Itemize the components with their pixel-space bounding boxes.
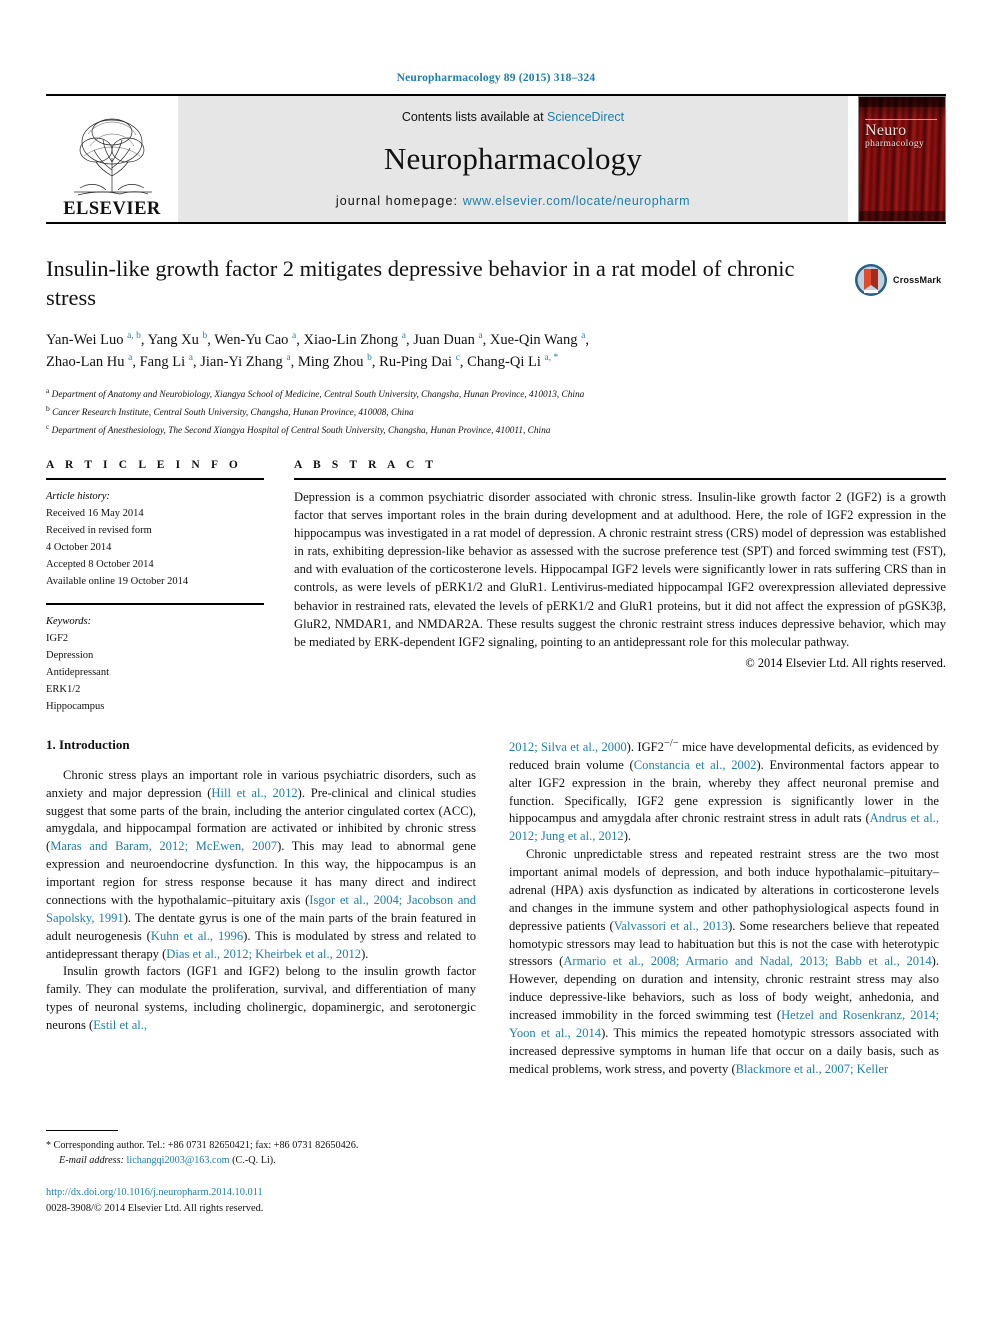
- journal-title: Neuropharmacology: [383, 141, 643, 176]
- affiliations: a Department of Anatomy and Neurobiology…: [46, 385, 946, 438]
- crossmark-label: CrossMark: [893, 275, 942, 285]
- author-line-1: Yan-Wei Luo a, b, Yang Xu b, Wen-Yu Cao …: [46, 330, 589, 348]
- footnote-rule: [46, 1129, 118, 1131]
- cover-divider: [865, 119, 937, 120]
- body-column-right: 2012; Silva et al., 2000). IGF2−/− mice …: [509, 737, 939, 1217]
- keywords-rule: [46, 602, 264, 605]
- doi-link[interactable]: http://dx.doi.org/10.1016/j.neuropharm.2…: [46, 1187, 263, 1198]
- paragraph: Insulin growth factors (IGF1 and IGF2) b…: [46, 964, 476, 1033]
- corresponding-author-line: * Corresponding author. Tel.: +86 0731 8…: [46, 1139, 359, 1151]
- running-head: Neuropharmacology 89 (2015) 318–324: [396, 72, 596, 84]
- history-item: Accepted 8 October 2014: [46, 558, 154, 570]
- info-abstract-section: A R T I C L E I N F O Article history: R…: [46, 459, 946, 715]
- journal-cover-thumbnail: Neuro pharmacology: [858, 96, 946, 222]
- keyword-item: Antidepressant: [46, 666, 109, 678]
- journal-homepage-label: journal homepage:: [335, 194, 463, 208]
- header-center-band: Contents lists available at ScienceDirec…: [178, 96, 848, 222]
- author-list: Yan-Wei Luo a, b, Yang Xu b, Wen-Yu Cao …: [46, 329, 846, 374]
- author-line-2: Zhao-Lan Hu a, Fang Li a, Jian-Yi Zhang …: [46, 353, 559, 370]
- paragraph: Chronic unpredictable stress and repeate…: [509, 847, 940, 1076]
- title-block: Insulin-like growth factor 2 mitigates d…: [46, 254, 946, 439]
- cover-title-line1: Neuro: [865, 122, 907, 139]
- elsevier-wordmark: ELSEVIER: [63, 198, 161, 219]
- history-item: Received in revised form: [46, 524, 152, 536]
- affiliation-a: a Department of Anatomy and Neurobiology…: [46, 386, 585, 401]
- article-info-heading: A R T I C L E I N F O: [46, 458, 242, 471]
- doi-block: http://dx.doi.org/10.1016/j.neuropharm.2…: [46, 1185, 476, 1217]
- article-history-label: Article history:: [46, 490, 110, 502]
- body-section: 1. Introduction Chronic stress plays an …: [46, 737, 946, 1217]
- page-footnote: * Corresponding author. Tel.: +86 0731 8…: [46, 1129, 476, 1217]
- email-link[interactable]: lichangqi2003@163.com: [127, 1155, 230, 1166]
- journal-cover-image: Neuro pharmacology: [858, 96, 946, 222]
- page-title: Insulin-like growth factor 2 mitigates d…: [46, 256, 795, 311]
- crossmark-icon: [855, 264, 887, 296]
- cover-title: Neuro pharmacology: [865, 122, 925, 150]
- cover-bottom-band: [859, 211, 945, 221]
- journal-header: ELSEVIER Contents lists available at Sci…: [46, 94, 946, 224]
- contents-list-text: Contents lists available at: [401, 110, 548, 124]
- article-history-list: Received 16 May 2014 Received in revised…: [46, 505, 264, 590]
- journal-homepage-line: journal homepage: www.elsevier.com/locat…: [336, 194, 690, 208]
- email-line: E-mail address: lichangqi2003@163.com (C…: [46, 1153, 476, 1168]
- crossmark-badge[interactable]: CrossMark: [854, 256, 946, 304]
- keyword-list: IGF2 Depression Antidepressant ERK1/2 Hi…: [46, 630, 264, 715]
- email-label: E-mail address:: [59, 1155, 124, 1167]
- article-page: Neuropharmacology 89 (2015) 318–324 ELSE…: [0, 0, 992, 1323]
- cover-title-line2: pharmacology: [865, 138, 925, 149]
- contents-list-line: Contents lists available at ScienceDirec…: [402, 110, 624, 124]
- keyword-item: ERK1/2: [46, 683, 81, 695]
- history-item: Received 16 May 2014: [46, 507, 144, 519]
- section-heading-introduction: 1. Introduction: [46, 736, 130, 752]
- abstract-column: A B S T R A C T Depression is a common p…: [294, 459, 946, 715]
- abstract-text: Depression is a common psychiatric disor…: [294, 489, 946, 649]
- header-bottom-rule: [46, 222, 946, 224]
- affiliation-b: b Cancer Research Institute, Central Sou…: [46, 404, 414, 419]
- paragraph: Chronic stress plays an important role i…: [46, 767, 476, 961]
- elsevier-logo: ELSEVIER: [46, 96, 178, 222]
- keywords-label: Keywords:: [46, 615, 92, 627]
- affiliation-c: c Department of Anesthesiology, The Seco…: [46, 422, 551, 437]
- issn-copyright: 0028-3908/© 2014 Elsevier Ltd. All right…: [46, 1202, 264, 1214]
- keyword-item: IGF2: [46, 632, 69, 644]
- cover-top-band: [859, 97, 945, 107]
- abstract-heading: A B S T R A C T: [294, 458, 438, 471]
- history-item: 4 October 2014: [46, 541, 112, 553]
- paragraph: 2012; Silva et al., 2000). IGF2−/− mice …: [509, 737, 939, 844]
- article-info-column: A R T I C L E I N F O Article history: R…: [46, 459, 264, 715]
- keyword-item: Hippocampus: [46, 700, 105, 712]
- corresponding-author-note: * Corresponding author. Tel.: +86 0731 8…: [46, 1138, 476, 1169]
- email-suffix: (C.-Q. Li).: [232, 1155, 276, 1167]
- sciencedirect-link[interactable]: ScienceDirect: [547, 110, 624, 124]
- abstract-copyright: © 2014 Elsevier Ltd. All rights reserved…: [745, 655, 946, 670]
- history-item: Available online 19 October 2014: [46, 575, 189, 587]
- article-info-rule: [46, 477, 264, 480]
- keyword-item: Depression: [46, 649, 94, 661]
- body-column-left: 1. Introduction Chronic stress plays an …: [46, 737, 476, 1217]
- abstract-rule: [294, 477, 946, 480]
- elsevier-tree-icon: [74, 118, 152, 195]
- journal-homepage-link[interactable]: www.elsevier.com/locate/neuropharm: [463, 194, 690, 208]
